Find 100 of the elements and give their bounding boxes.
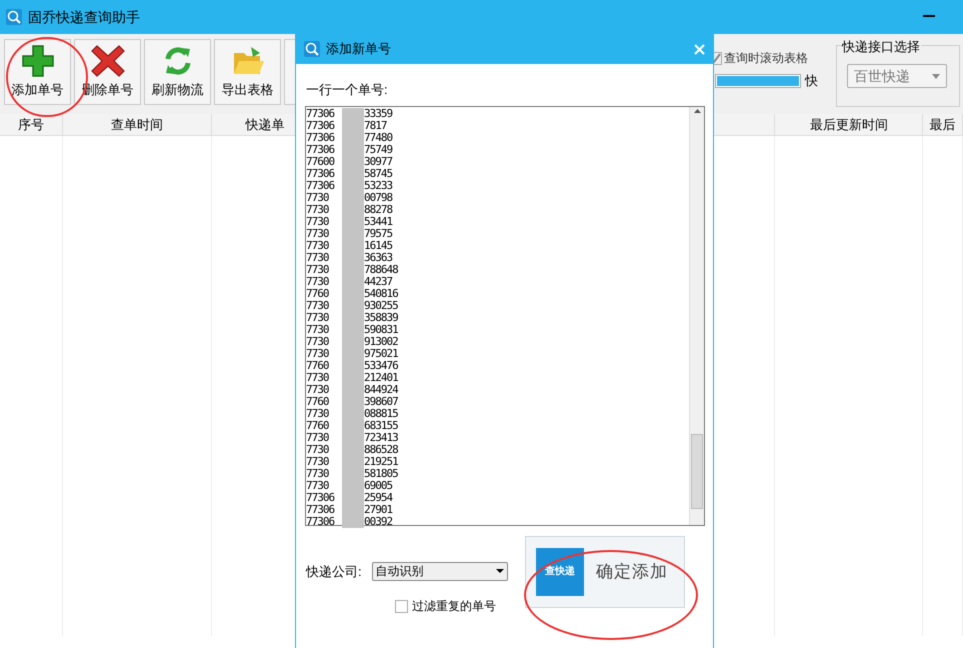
number-start: 7760: [306, 288, 330, 300]
toolbar-button[interactable]: 刷新物流: [144, 39, 211, 105]
number-start: 7730: [306, 300, 330, 312]
number-start: 77306: [306, 516, 336, 528]
column-header[interactable]: 查单时间: [63, 114, 212, 135]
number-end: 36363: [364, 252, 392, 264]
number-end: 00392: [364, 516, 392, 528]
number-start: 7730: [306, 408, 330, 420]
number-start: 7730: [306, 216, 330, 228]
number-end: 212401: [364, 372, 398, 384]
cross-icon: [90, 44, 124, 78]
number-start: 7730: [306, 312, 330, 324]
number-start: 7730: [306, 372, 330, 384]
number-start: 7730: [306, 468, 330, 480]
number-end: 53233: [364, 180, 392, 192]
number-end: 533476: [364, 360, 398, 372]
logo-icon: 查快递: [536, 548, 584, 596]
scroll-thumb[interactable]: [691, 434, 703, 508]
number-start: 7730: [306, 252, 330, 264]
number-end: 44237: [364, 276, 392, 288]
column-header[interactable]: 快递单: [246, 114, 285, 134]
confirm-button[interactable]: 查快递 确定添加: [525, 536, 685, 608]
company-select[interactable]: 自动识别: [372, 562, 508, 581]
number-start: 77306: [306, 108, 336, 120]
number-start: 7760: [306, 420, 330, 432]
column-header[interactable]: 最后: [923, 114, 963, 135]
number-end: 844924: [364, 384, 398, 396]
blur-mark: [342, 108, 364, 120]
number-start: 7760: [306, 360, 330, 372]
number-start: 7730: [306, 276, 330, 288]
speed-bar[interactable]: [715, 74, 801, 88]
number-start: 7730: [306, 204, 330, 216]
prompt-label: 一行一个单号:: [306, 81, 389, 99]
number-start: 7730: [306, 240, 330, 252]
number-start: 77306: [306, 168, 336, 180]
number-end: 58745: [364, 168, 392, 180]
blur-mark: [342, 516, 364, 528]
number-start: 7730: [306, 192, 330, 204]
minimize-icon[interactable]: [923, 15, 935, 19]
window-title: 固乔快递查询助手: [28, 8, 140, 26]
number-end: 16145: [364, 240, 392, 252]
number-start: 77306: [306, 492, 336, 504]
number-end: 581805: [364, 468, 398, 480]
number-end: 53441: [364, 216, 392, 228]
dialog-title: 添加新单号: [326, 40, 392, 58]
toolbar-button[interactable]: 导出表格: [214, 39, 281, 105]
number-end: 930255: [364, 300, 398, 312]
number-end: 33359: [364, 108, 392, 120]
number-end: 69005: [364, 480, 392, 492]
number-end: 7817: [364, 120, 386, 132]
number-end: 219251: [364, 456, 398, 468]
api-select[interactable]: 百世快递: [847, 64, 947, 88]
scrollbar[interactable]: [689, 106, 704, 524]
number-end: 398607: [364, 396, 398, 408]
number-start: 7730: [306, 348, 330, 360]
speed-label: 快: [805, 72, 818, 90]
number-start: 77306: [306, 180, 336, 192]
caret-icon: [496, 569, 504, 574]
number-end: 75749: [364, 144, 392, 156]
number-start: 7730: [306, 480, 330, 492]
number-end: 683155: [364, 420, 398, 432]
number-end: 79575: [364, 228, 392, 240]
number-end: 590831: [364, 324, 398, 336]
magnifier-icon: [6, 9, 22, 25]
number-start: 77306: [306, 504, 336, 516]
column-header[interactable]: 最后更新时间: [775, 114, 924, 135]
number-start: 7730: [306, 264, 330, 276]
number-start: 7730: [306, 444, 330, 456]
number-end: 30977: [364, 156, 392, 168]
number-start: 7730: [306, 228, 330, 240]
number-end: 540816: [364, 288, 398, 300]
number-start: 7730: [306, 336, 330, 348]
company-label: 快递公司:: [306, 562, 362, 580]
number-start: 7730: [306, 384, 330, 396]
toolbar-button[interactable]: 添加单号: [4, 39, 71, 105]
number-start: 77306: [306, 144, 336, 156]
number-end: 88278: [364, 204, 392, 216]
number-end: 886528: [364, 444, 398, 456]
number-end: 088815: [364, 408, 398, 420]
number-end: 00798: [364, 192, 392, 204]
number-end: 25954: [364, 492, 392, 504]
number-start: 77306: [306, 132, 336, 144]
number-end: 913002: [364, 336, 398, 348]
plus-icon: [20, 44, 54, 78]
number-end: 788648: [364, 264, 398, 276]
filter-checkbox[interactable]: 过滤重复的单号: [395, 597, 525, 615]
magnifier-icon: [304, 41, 320, 57]
column-header[interactable]: 序号: [0, 114, 64, 135]
number-start: 7730: [306, 456, 330, 468]
number-end: 975021: [364, 348, 398, 360]
caret-icon: [932, 74, 940, 78]
close-icon[interactable]: [694, 44, 705, 54]
number-end: 27901: [364, 504, 392, 516]
number-end: 723413: [364, 432, 398, 444]
number-textarea[interactable]: [305, 106, 705, 526]
number-end: 77480: [364, 132, 392, 144]
number-end: 358839: [364, 312, 398, 324]
number-start: 77600: [306, 156, 336, 168]
number-start: 7760: [306, 396, 330, 408]
number-start: 77306: [306, 120, 336, 132]
